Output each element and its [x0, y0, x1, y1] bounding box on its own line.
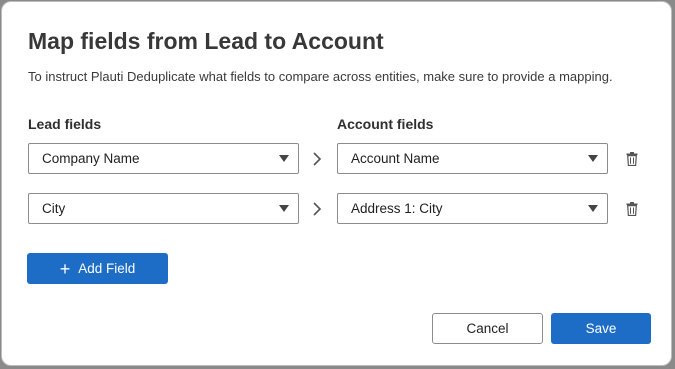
map-fields-dialog: Map fields from Lead to Account To instr…: [1, 1, 672, 366]
account-field-select-1[interactable]: Account Name: [337, 143, 608, 174]
lead-field-select-1[interactable]: Company Name: [28, 143, 299, 174]
caret-down-icon: [279, 155, 289, 162]
account-field-select-2-value: Address 1: City: [351, 201, 443, 216]
chevron-right-icon: [313, 202, 322, 216]
plus-icon: +: [59, 258, 71, 279]
account-field-select-1-value: Account Name: [351, 151, 440, 166]
account-fields-label: Account fields: [337, 116, 434, 132]
trash-icon[interactable]: [626, 152, 638, 166]
save-button-label: Save: [585, 321, 617, 336]
caret-down-icon: [588, 205, 598, 212]
dialog-description: To instruct Plauti Deduplicate what fiel…: [28, 69, 613, 84]
cancel-button-label: Cancel: [466, 321, 509, 336]
account-field-select-2[interactable]: Address 1: City: [337, 193, 608, 224]
trash-icon[interactable]: [626, 202, 638, 216]
save-button[interactable]: Save: [551, 313, 651, 344]
chevron-right-icon: [313, 152, 322, 166]
lead-fields-label: Lead fields: [28, 116, 102, 132]
lead-field-select-2[interactable]: City: [28, 193, 299, 224]
add-field-button-label: Add Field: [78, 261, 136, 276]
caret-down-icon: [588, 155, 598, 162]
caret-down-icon: [279, 205, 289, 212]
add-field-button[interactable]: + Add Field: [27, 253, 168, 284]
dialog-title: Map fields from Lead to Account: [28, 28, 384, 54]
lead-field-select-1-value: Company Name: [42, 151, 140, 166]
lead-field-select-2-value: City: [42, 201, 66, 216]
cancel-button[interactable]: Cancel: [432, 313, 543, 344]
